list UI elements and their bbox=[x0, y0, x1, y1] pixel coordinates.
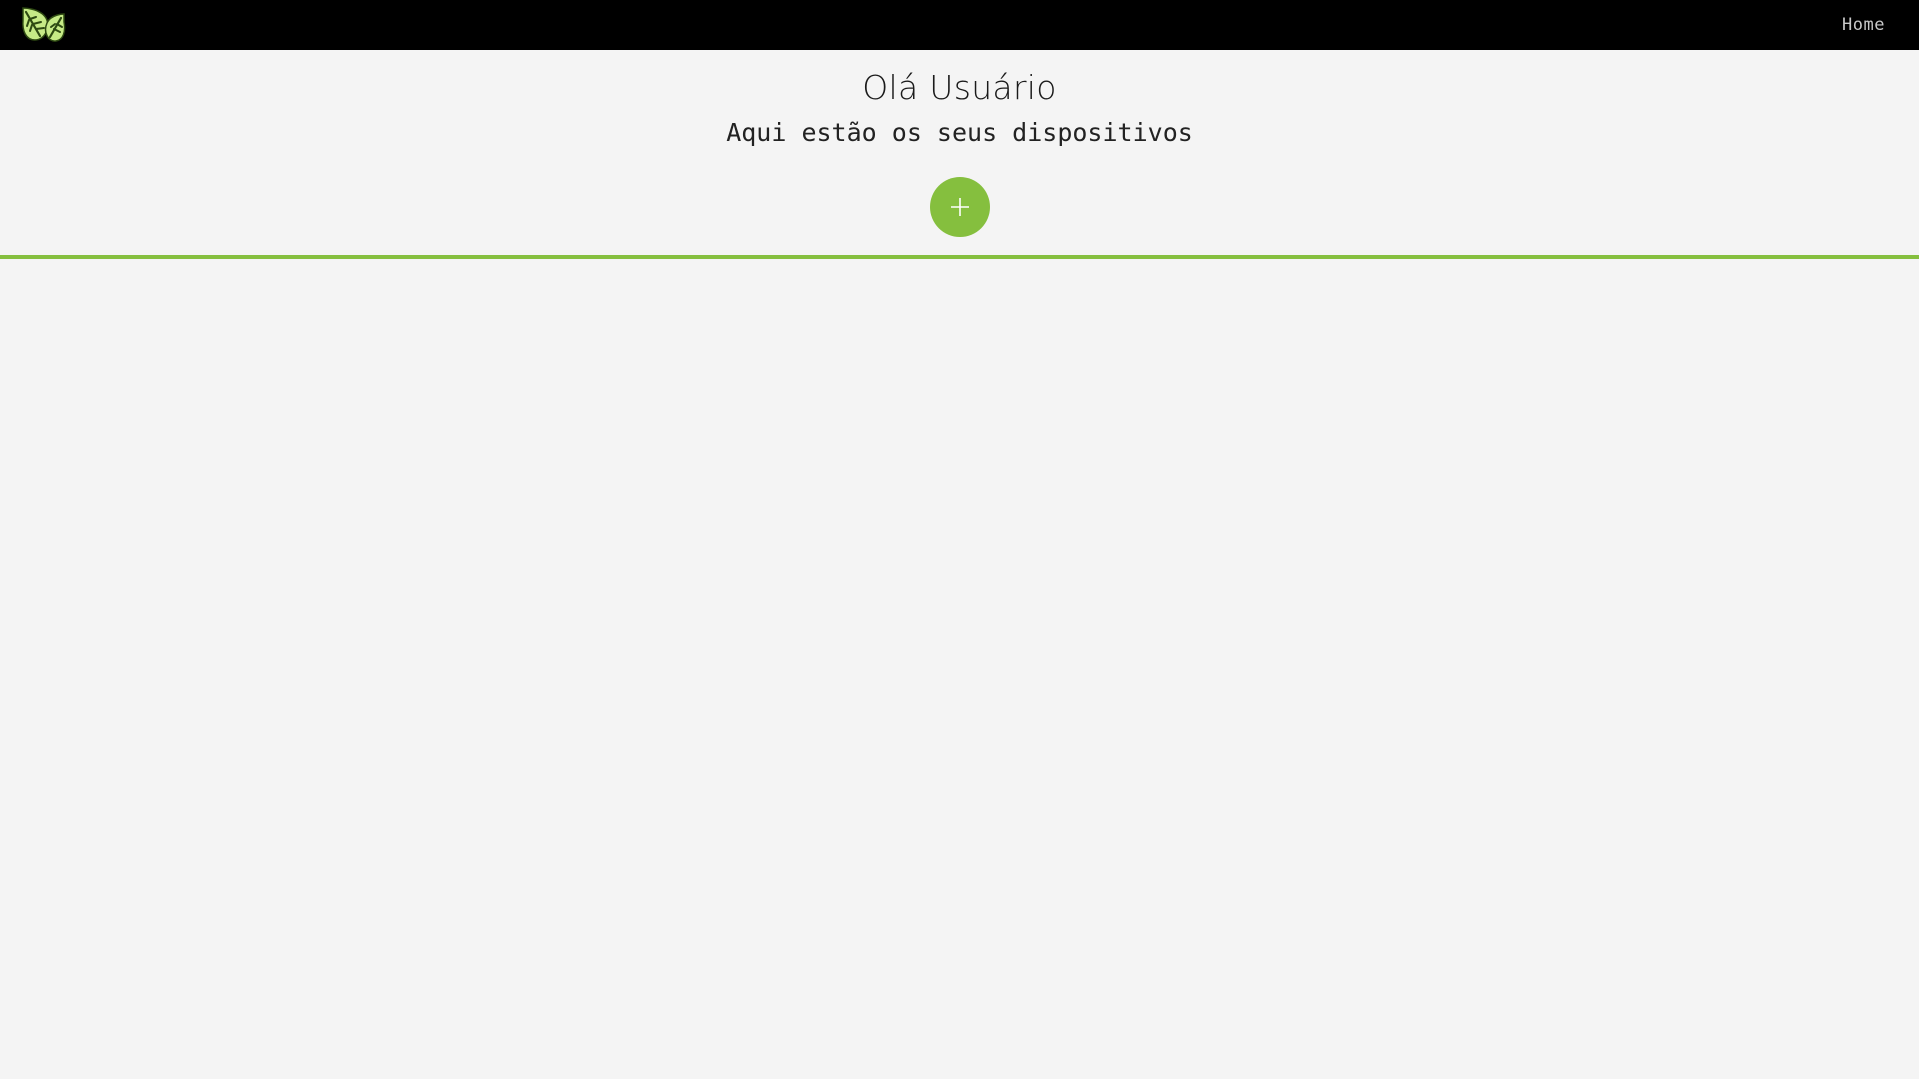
plus-icon bbox=[951, 198, 969, 216]
nav-home-link[interactable]: Home bbox=[1842, 15, 1885, 35]
add-device-button[interactable] bbox=[930, 177, 990, 237]
page-subtitle: Aqui estão os seus dispositivos bbox=[726, 118, 1193, 147]
device-list bbox=[0, 259, 1919, 1079]
top-navbar: Home bbox=[0, 0, 1919, 50]
page-title: Olá Usuário bbox=[862, 68, 1057, 107]
leaf-logo-icon[interactable] bbox=[20, 6, 66, 44]
